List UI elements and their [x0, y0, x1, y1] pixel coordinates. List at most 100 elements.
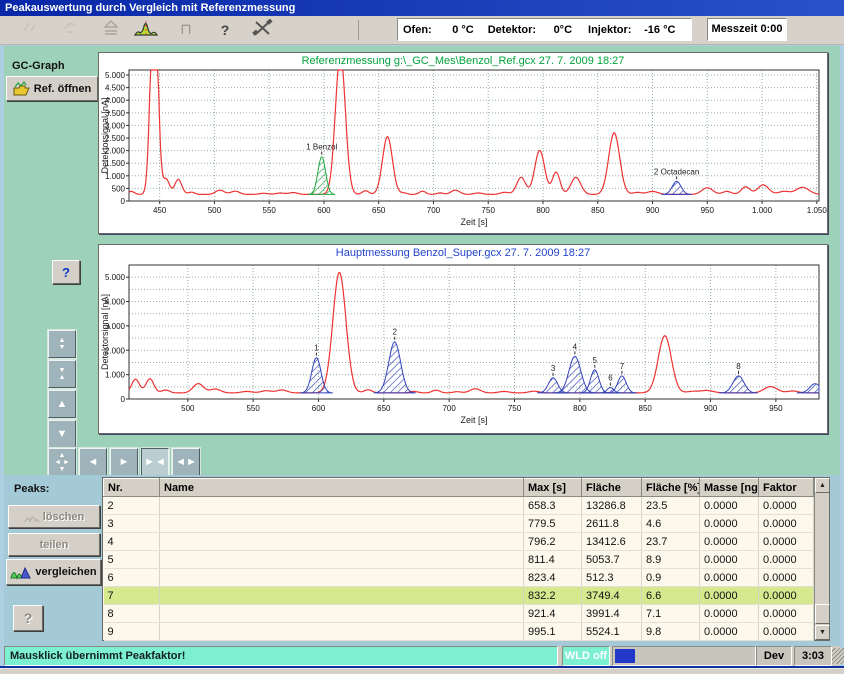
cell-masse_ng[interactable]: 0.0000: [700, 569, 759, 587]
toolbar-disabled-icon-2[interactable]: [58, 19, 84, 41]
cell-flaeche_pct[interactable]: 7.1: [642, 605, 700, 623]
compare-button[interactable]: vergleichen: [6, 559, 101, 585]
cell-nr[interactable]: 3: [104, 515, 160, 533]
table-row[interactable]: 7832.23749.46.60.00000.0000: [104, 587, 814, 605]
table-row[interactable]: 2658.313286.823.50.00000.0000: [104, 497, 814, 515]
svg-text:600: 600: [317, 206, 331, 215]
scrollbar-up-arrow[interactable]: ▲: [815, 478, 830, 493]
cell-flaeche[interactable]: 3749.4: [582, 587, 642, 605]
peaks-help-button[interactable]: ?: [13, 605, 43, 631]
titlebar[interactable]: Peakauswertung durch Vergleich mit Refer…: [0, 0, 844, 16]
table-scrollbar[interactable]: ▲ ▼: [814, 478, 829, 640]
cell-faktor[interactable]: 0.0000: [759, 551, 814, 569]
tools-icon[interactable]: [250, 19, 276, 41]
cell-max_s[interactable]: 779.5: [524, 515, 582, 533]
peak-compare-icon[interactable]: [133, 19, 159, 41]
cell-flaeche_pct[interactable]: 9.8: [642, 623, 700, 641]
cell-faktor[interactable]: 0.0000: [759, 515, 814, 533]
table-row[interactable]: 8921.43991.47.10.00000.0000: [104, 605, 814, 623]
cell-nr[interactable]: 2: [104, 497, 160, 515]
reference-chromatogram[interactable]: Referenzmessung g:\_GC_Mes\Benzol_Ref.gc…: [99, 53, 827, 233]
cell-masse_ng[interactable]: 0.0000: [700, 497, 759, 515]
table-row[interactable]: 3779.52611.84.60.00000.0000: [104, 515, 814, 533]
cell-flaeche[interactable]: 5524.1: [582, 623, 642, 641]
cell-max_s[interactable]: 921.4: [524, 605, 582, 623]
cell-flaeche[interactable]: 5053.7: [582, 551, 642, 569]
cell-name[interactable]: [160, 569, 524, 587]
cell-masse_ng[interactable]: 0.0000: [700, 533, 759, 551]
cell-flaeche[interactable]: 13286.8: [582, 497, 642, 515]
scrollbar-down-arrow[interactable]: ▼: [815, 625, 830, 640]
zoom-out-vertical-button[interactable]: ▲ ▼: [48, 330, 76, 358]
cell-faktor[interactable]: 0.0000: [759, 533, 814, 551]
cell-name[interactable]: [160, 497, 524, 515]
cell-max_s[interactable]: 832.2: [524, 587, 582, 605]
zoom-in-horizontal-button[interactable]: ►◄: [141, 448, 169, 476]
cell-flaeche[interactable]: 512.3: [582, 569, 642, 587]
cell-masse_ng[interactable]: 0.0000: [700, 605, 759, 623]
cell-max_s[interactable]: 823.4: [524, 569, 582, 587]
scroll-up-button[interactable]: ▲: [48, 390, 76, 418]
cell-name[interactable]: [160, 533, 524, 551]
toolbar-disabled-icon-1[interactable]: [18, 19, 44, 41]
table-row[interactable]: 6823.4512.30.90.00000.0000: [104, 569, 814, 587]
cell-flaeche[interactable]: 3991.4: [582, 605, 642, 623]
zoom-out-horizontal-button[interactable]: ◄►: [172, 448, 200, 476]
cell-nr[interactable]: 5: [104, 551, 160, 569]
main-chromatogram[interactable]: Hauptmessung Benzol_Super.gcx 27. 7. 200…: [99, 245, 827, 433]
svg-text:750: 750: [482, 206, 496, 215]
cell-faktor[interactable]: 0.0000: [759, 569, 814, 587]
cell-faktor[interactable]: 0.0000: [759, 623, 814, 641]
baseline-icon[interactable]: ⊓: [173, 19, 199, 41]
delete-peak-button[interactable]: löschen: [8, 505, 100, 528]
cell-nr[interactable]: 8: [104, 605, 160, 623]
cell-nr[interactable]: 4: [104, 533, 160, 551]
cell-max_s[interactable]: 995.1: [524, 623, 582, 641]
cell-faktor[interactable]: 0.0000: [759, 605, 814, 623]
cell-nr[interactable]: 6: [104, 569, 160, 587]
cell-flaeche_pct[interactable]: 4.6: [642, 515, 700, 533]
split-peak-button[interactable]: teilen: [8, 533, 100, 556]
cell-name[interactable]: [160, 623, 524, 641]
cell-name[interactable]: [160, 605, 524, 623]
cell-name[interactable]: [160, 515, 524, 533]
svg-text:Hauptmessung Benzol_Super.gcx: Hauptmessung Benzol_Super.gcx 27. 7. 200…: [336, 247, 590, 259]
cell-masse_ng[interactable]: 0.0000: [700, 623, 759, 641]
scroll-left-button[interactable]: ◄: [79, 448, 107, 476]
table-row[interactable]: 4796.213412.623.70.00000.0000: [104, 533, 814, 551]
open-reference-button[interactable]: Ref. öffnen: [6, 76, 98, 101]
zoom-in-vertical-button[interactable]: ▼ ▲: [48, 360, 76, 388]
graph-help-button[interactable]: ?: [52, 260, 80, 284]
scroll-down-button[interactable]: ▼: [48, 420, 76, 448]
cell-flaeche[interactable]: 13412.6: [582, 533, 642, 551]
cell-masse_ng[interactable]: 0.0000: [700, 587, 759, 605]
cell-masse_ng[interactable]: 0.0000: [700, 515, 759, 533]
cell-flaeche_pct[interactable]: 6.6: [642, 587, 700, 605]
horizontal-nav-buttons: ▲ ◄ ► ▼◄►►◄◄►: [48, 448, 200, 476]
cell-max_s[interactable]: 811.4: [524, 551, 582, 569]
open-disabled-icon[interactable]: [98, 19, 124, 41]
cell-name[interactable]: [160, 551, 524, 569]
cell-nr[interactable]: 9: [104, 623, 160, 641]
wld-toggle[interactable]: WLD off: [562, 646, 610, 666]
cell-name[interactable]: [160, 587, 524, 605]
cell-masse_ng[interactable]: 0.0000: [700, 551, 759, 569]
table-row[interactable]: 5811.45053.78.90.00000.0000: [104, 551, 814, 569]
cell-flaeche_pct[interactable]: 0.9: [642, 569, 700, 587]
scrollbar-thumb[interactable]: [815, 604, 830, 624]
cell-flaeche[interactable]: 2611.8: [582, 515, 642, 533]
table-row[interactable]: 9995.15524.19.80.00000.0000: [104, 623, 814, 641]
table-header-row: Nr. Name Max [s] Fläche Fläche [%] Masse…: [104, 479, 814, 497]
cell-nr[interactable]: 7: [104, 587, 160, 605]
cell-flaeche_pct[interactable]: 8.9: [642, 551, 700, 569]
cell-max_s[interactable]: 796.2: [524, 533, 582, 551]
scroll-right-button[interactable]: ►: [110, 448, 138, 476]
cell-faktor[interactable]: 0.0000: [759, 497, 814, 515]
cell-flaeche_pct[interactable]: 23.5: [642, 497, 700, 515]
resize-grip[interactable]: [832, 648, 844, 664]
cell-max_s[interactable]: 658.3: [524, 497, 582, 515]
pan-button[interactable]: ▲ ◄ ► ▼: [48, 448, 76, 476]
help-icon[interactable]: ?: [212, 19, 238, 41]
cell-faktor[interactable]: 0.0000: [759, 587, 814, 605]
cell-flaeche_pct[interactable]: 23.7: [642, 533, 700, 551]
